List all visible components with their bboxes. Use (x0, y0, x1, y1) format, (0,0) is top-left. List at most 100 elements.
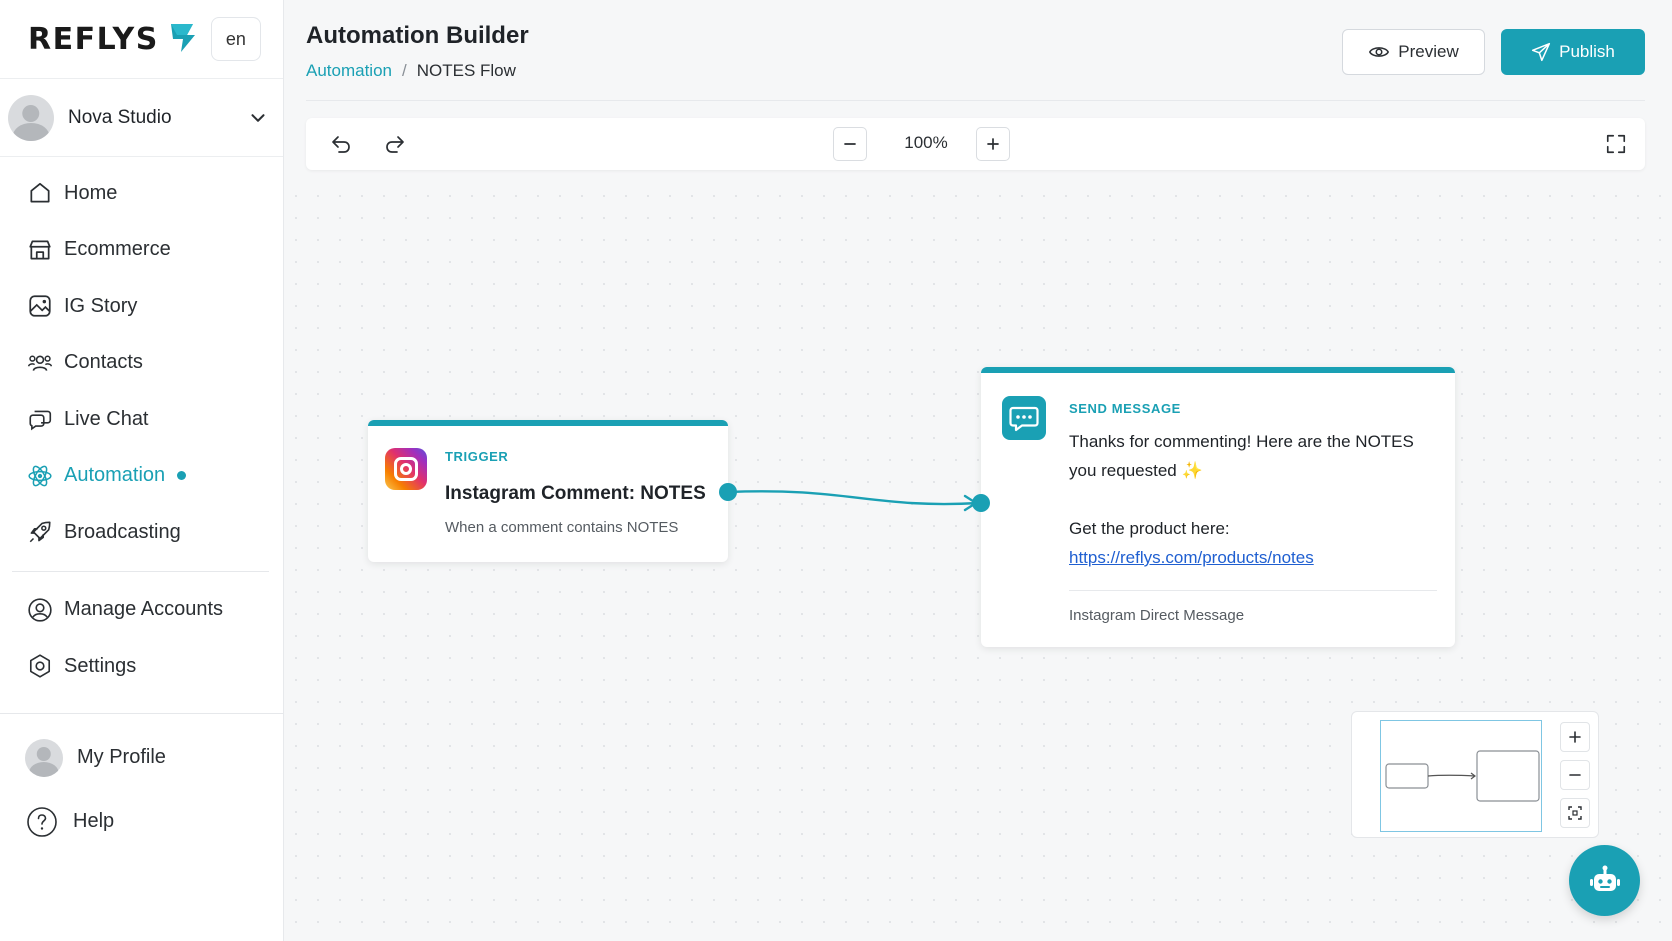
message-divider (1069, 590, 1437, 591)
undo-button[interactable] (328, 131, 354, 157)
minimap-zoom-out-button[interactable] (1560, 760, 1590, 790)
nav-label: Broadcasting (64, 520, 181, 543)
nav-item-ig-story[interactable]: IG Story (0, 278, 283, 335)
user-circle-icon (28, 598, 52, 622)
minimap-zoom-in-button[interactable] (1560, 722, 1590, 752)
breadcrumb-automation-link[interactable]: Automation (306, 61, 392, 81)
sidebar: REFLYS en Nova Studio Home Ecommerce IG … (0, 0, 284, 941)
nav-label: Live Chat (64, 407, 149, 430)
rocket-icon (29, 521, 51, 543)
fullscreen-button[interactable] (1603, 131, 1629, 157)
canvas-toolbar: 100% (306, 118, 1645, 170)
publish-button[interactable]: Publish (1501, 29, 1645, 75)
node-accent-bar (981, 367, 1455, 373)
brand-mark-icon (167, 20, 197, 59)
trigger-title: Instagram Comment: NOTES (445, 483, 706, 504)
language-button[interactable]: en (210, 17, 261, 61)
chevron-down-icon[interactable] (247, 107, 269, 129)
publish-label: Publish (1559, 42, 1615, 61)
zoom-out-button[interactable] (833, 127, 867, 161)
plus-icon (987, 138, 999, 150)
minimap-preview (1385, 750, 1540, 802)
minimap-viewport[interactable] (1380, 720, 1542, 832)
nav-label: Home (64, 181, 118, 204)
chat-icon (29, 410, 52, 431)
send-message-label: SEND MESSAGE (1069, 401, 1181, 416)
minimap-fit-view-button[interactable] (1560, 798, 1590, 828)
profile-avatar (25, 738, 63, 777)
header-divider (306, 100, 1645, 101)
node-accent-bar (368, 420, 728, 426)
settings-icon (29, 654, 51, 678)
assistant-bot-button[interactable] (1569, 845, 1640, 916)
workspace-avatar (8, 94, 54, 141)
send-message-input-handle[interactable] (972, 494, 990, 512)
message-text: Thanks for commenting! Here are the NOTE… (1069, 432, 1414, 480)
undo-icon (332, 136, 350, 153)
workspace-name: Nova Studio (68, 106, 172, 128)
nav-label: Settings (64, 654, 137, 677)
instagram-icon (385, 448, 427, 490)
trigger-node[interactable]: TRIGGER Instagram Comment: NOTES When a … (368, 420, 728, 562)
active-indicator (177, 471, 187, 481)
preview-label: Preview (1398, 42, 1459, 61)
page-title: Automation Builder (306, 22, 529, 49)
brand-logo[interactable]: REFLYS (28, 22, 159, 57)
message-bubble-icon (1002, 396, 1046, 440)
nav-item-automation[interactable]: Automation (0, 448, 283, 505)
workspace-switcher[interactable]: Nova Studio (0, 79, 283, 157)
main-area: Automation Builder Automation / NOTES Fl… (285, 0, 1672, 941)
preview-button[interactable]: Preview (1342, 29, 1485, 75)
nav-item-my-profile[interactable]: My Profile (0, 726, 283, 790)
nav-item-ecommerce[interactable]: Ecommerce (0, 222, 283, 279)
breadcrumb-separator: / (402, 61, 407, 80)
nav-label: Help (73, 810, 115, 832)
redo-icon (386, 136, 404, 153)
nav-label: Automation (64, 464, 166, 487)
fit-view-icon (1568, 806, 1582, 820)
contacts-icon (27, 355, 53, 371)
minimap[interactable] (1351, 711, 1599, 838)
trigger-description: When a comment contains NOTES (445, 519, 679, 536)
robot-icon (1589, 865, 1620, 891)
help-icon (27, 806, 57, 837)
send-icon (1532, 42, 1551, 62)
main-nav: Home Ecommerce IG Story Contacts Live Ch… (0, 157, 283, 854)
redo-button[interactable] (382, 131, 408, 157)
nav-item-live-chat[interactable]: Live Chat (0, 391, 283, 448)
minus-icon (844, 143, 856, 145)
breadcrumb: Automation / NOTES Flow (306, 61, 516, 81)
trigger-label: TRIGGER (445, 449, 509, 464)
nav-label: Contacts (64, 351, 143, 374)
nav-item-manage-accounts[interactable]: Manage Accounts (0, 582, 283, 639)
message-product-line: Get the product here: (1069, 519, 1230, 538)
eye-icon (1369, 47, 1390, 57)
story-icon (29, 295, 51, 317)
trigger-output-handle[interactable] (719, 483, 737, 501)
nav-item-home[interactable]: Home (0, 165, 283, 222)
breadcrumb-current: NOTES Flow (416, 61, 516, 80)
send-message-node[interactable]: SEND MESSAGE Thanks for commenting! Here… (981, 367, 1455, 647)
nav-divider (0, 712, 283, 714)
message-product-link[interactable]: https://reflys.com/products/notes (1069, 548, 1314, 568)
nav-divider (12, 570, 269, 572)
store-icon (29, 240, 51, 260)
nav-item-help[interactable]: Help (0, 790, 283, 854)
nav-label: My Profile (77, 746, 166, 768)
fullscreen-icon (1606, 134, 1626, 154)
nav-item-contacts[interactable]: Contacts (0, 335, 283, 392)
minus-icon (1569, 774, 1581, 776)
flow-canvas[interactable]: TRIGGER Instagram Comment: NOTES When a … (285, 185, 1672, 941)
home-icon (30, 183, 50, 203)
brand-header: REFLYS en (0, 0, 283, 79)
nav-label: IG Story (64, 294, 138, 317)
automation-icon (28, 465, 52, 487)
zoom-level: 100% (904, 133, 948, 152)
plus-icon (1569, 731, 1581, 743)
nav-label: Manage Accounts (64, 598, 223, 621)
nav-item-broadcasting[interactable]: Broadcasting (0, 504, 283, 561)
zoom-in-button[interactable] (976, 127, 1010, 161)
nav-label: Ecommerce (64, 238, 171, 261)
message-channel: Instagram Direct Message (1069, 607, 1245, 624)
nav-item-settings[interactable]: Settings (0, 638, 283, 695)
